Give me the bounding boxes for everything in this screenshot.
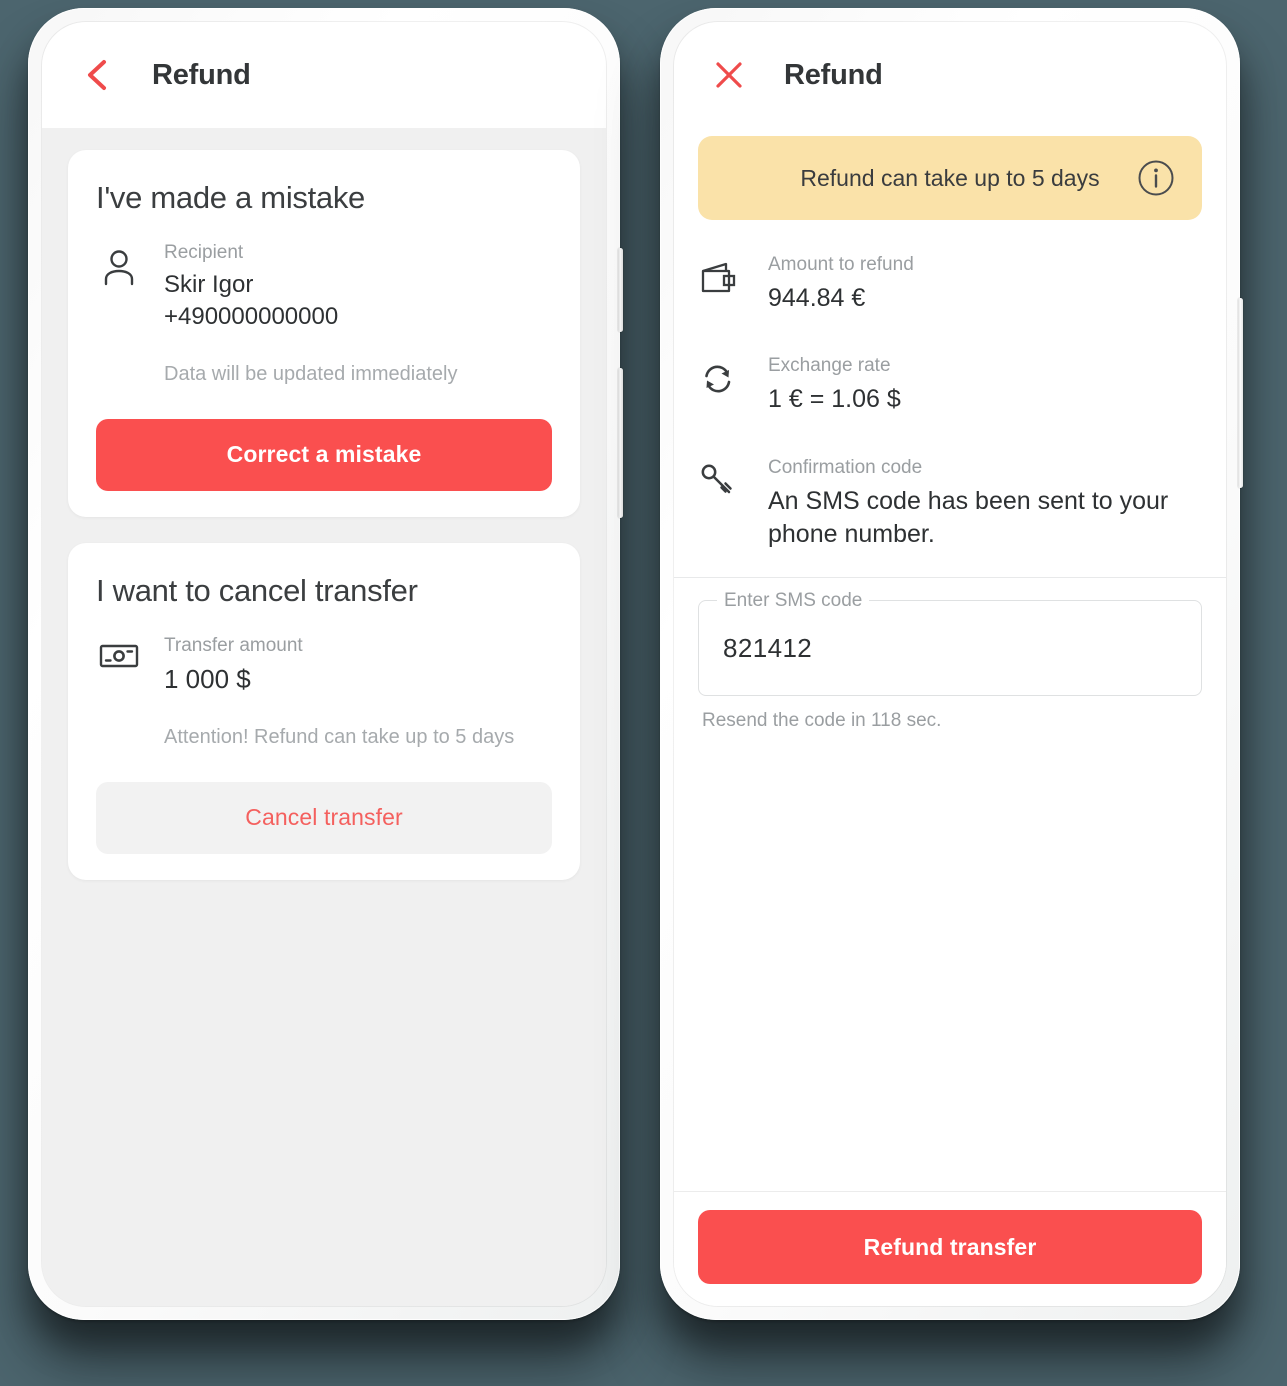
cancel-transfer-button[interactable]: Cancel transfer bbox=[96, 781, 552, 854]
right-footer-bar: Refund transfer bbox=[674, 1191, 1226, 1306]
sms-code-value: 821412 bbox=[723, 632, 813, 663]
transfer-amount-value: 1 000 $ bbox=[164, 663, 251, 694]
recipient-body: Recipient Skir Igor +490000000000 Data w… bbox=[164, 242, 552, 389]
exchange-rate-value: 1 € = 1.06 $ bbox=[768, 385, 901, 414]
close-icon bbox=[714, 60, 744, 90]
key-icon bbox=[698, 457, 746, 501]
right-app-header: Refund bbox=[674, 22, 1226, 128]
resend-code-text: Resend the code in 118 sec. bbox=[702, 710, 942, 731]
phone-side-button-power-right[interactable] bbox=[1238, 298, 1243, 488]
phone-side-button-power[interactable] bbox=[618, 368, 623, 518]
recipient-name: Skir Igor bbox=[164, 271, 254, 298]
page-title-right: Refund bbox=[784, 58, 883, 91]
detail-body-amount: Amount to refund 944.84 € bbox=[768, 254, 1202, 315]
banknote-icon bbox=[96, 635, 142, 671]
detail-row-amount: Amount to refund 944.84 € bbox=[698, 254, 1202, 315]
right-screen-content: Refund can take up to 5 days Amount to r… bbox=[674, 128, 1226, 1306]
mistake-card-title: I've made a mistake bbox=[96, 180, 366, 215]
mistake-card: I've made a mistake Recipient Skir Igor … bbox=[68, 150, 580, 517]
wallet-icon bbox=[698, 254, 746, 298]
confirmation-code-value: An SMS code has been sent to your phone … bbox=[768, 486, 1169, 548]
transfer-amount-label: Transfer amount bbox=[164, 634, 303, 656]
cancel-card-note: Attention! Refund can take up to 5 days bbox=[164, 725, 515, 748]
phone-screen-right: Refund Refund can take up to 5 days Amou… bbox=[674, 22, 1226, 1306]
sms-code-area: Enter SMS code 821412 Resend the code in… bbox=[674, 578, 1226, 732]
page-title: Refund bbox=[152, 58, 251, 91]
recipient-label: Recipient bbox=[164, 242, 244, 263]
phone-screen-left: Refund I've made a mistake Recipient Ski… bbox=[42, 22, 606, 1306]
transfer-amount-row: Transfer amount 1 000 $ Attention! Refun… bbox=[96, 635, 552, 752]
detail-row-rate: Exchange rate 1 € = 1.06 $ bbox=[698, 355, 1202, 416]
recipient-row: Recipient Skir Igor +490000000000 Data w… bbox=[96, 242, 552, 389]
cancel-transfer-card: I want to cancel transfer Transfer amoun… bbox=[68, 542, 580, 880]
exchange-rate-label: Exchange rate bbox=[768, 355, 891, 377]
back-button[interactable] bbox=[80, 58, 114, 92]
amount-to-refund-label: Amount to refund bbox=[768, 254, 914, 275]
info-icon bbox=[1136, 158, 1176, 198]
left-screen-content: I've made a mistake Recipient Skir Igor … bbox=[42, 128, 606, 1306]
phone-side-button-volume[interactable] bbox=[618, 248, 623, 332]
correct-a-mistake-button[interactable]: Correct a mistake bbox=[96, 418, 552, 491]
refund-transfer-button[interactable]: Refund transfer bbox=[698, 1210, 1202, 1284]
phone-mockup-left: Refund I've made a mistake Recipient Ski… bbox=[28, 8, 623, 1320]
detail-body-rate: Exchange rate 1 € = 1.06 $ bbox=[768, 355, 1202, 416]
banner-info-button[interactable] bbox=[1136, 158, 1176, 198]
refund-duration-banner: Refund can take up to 5 days bbox=[698, 136, 1202, 220]
exchange-icon bbox=[698, 355, 746, 399]
person-icon bbox=[96, 242, 142, 286]
confirmation-code-label: Confirmation code bbox=[768, 456, 923, 478]
amount-to-refund-value: 944.84 € bbox=[768, 284, 866, 312]
detail-row-code: Confirmation code An SMS code has been s… bbox=[698, 457, 1202, 552]
sms-code-legend: Enter SMS code bbox=[717, 590, 870, 612]
recipient-phone: +490000000000 bbox=[164, 303, 339, 331]
detail-body-code: Confirmation code An SMS code has been s… bbox=[768, 457, 1202, 552]
phone-mockup-right: Refund Refund can take up to 5 days Amou… bbox=[660, 8, 1243, 1320]
cancel-card-title: I want to cancel transfer bbox=[96, 572, 418, 608]
sms-code-input[interactable]: Enter SMS code 821412 bbox=[698, 590, 1202, 696]
left-app-header: Refund bbox=[42, 22, 606, 128]
mistake-card-note: Data will be updated immediately bbox=[164, 362, 458, 385]
close-button[interactable] bbox=[712, 58, 746, 92]
transfer-amount-body: Transfer amount 1 000 $ Attention! Refun… bbox=[164, 635, 552, 752]
refund-details-list: Amount to refund 944.84 € Exchange rate … bbox=[674, 220, 1226, 577]
chevron-left-icon bbox=[84, 58, 110, 92]
screenshot-stage: Refund I've made a mistake Recipient Ski… bbox=[0, 0, 1287, 1386]
banner-text: Refund can take up to 5 days bbox=[800, 164, 1100, 191]
